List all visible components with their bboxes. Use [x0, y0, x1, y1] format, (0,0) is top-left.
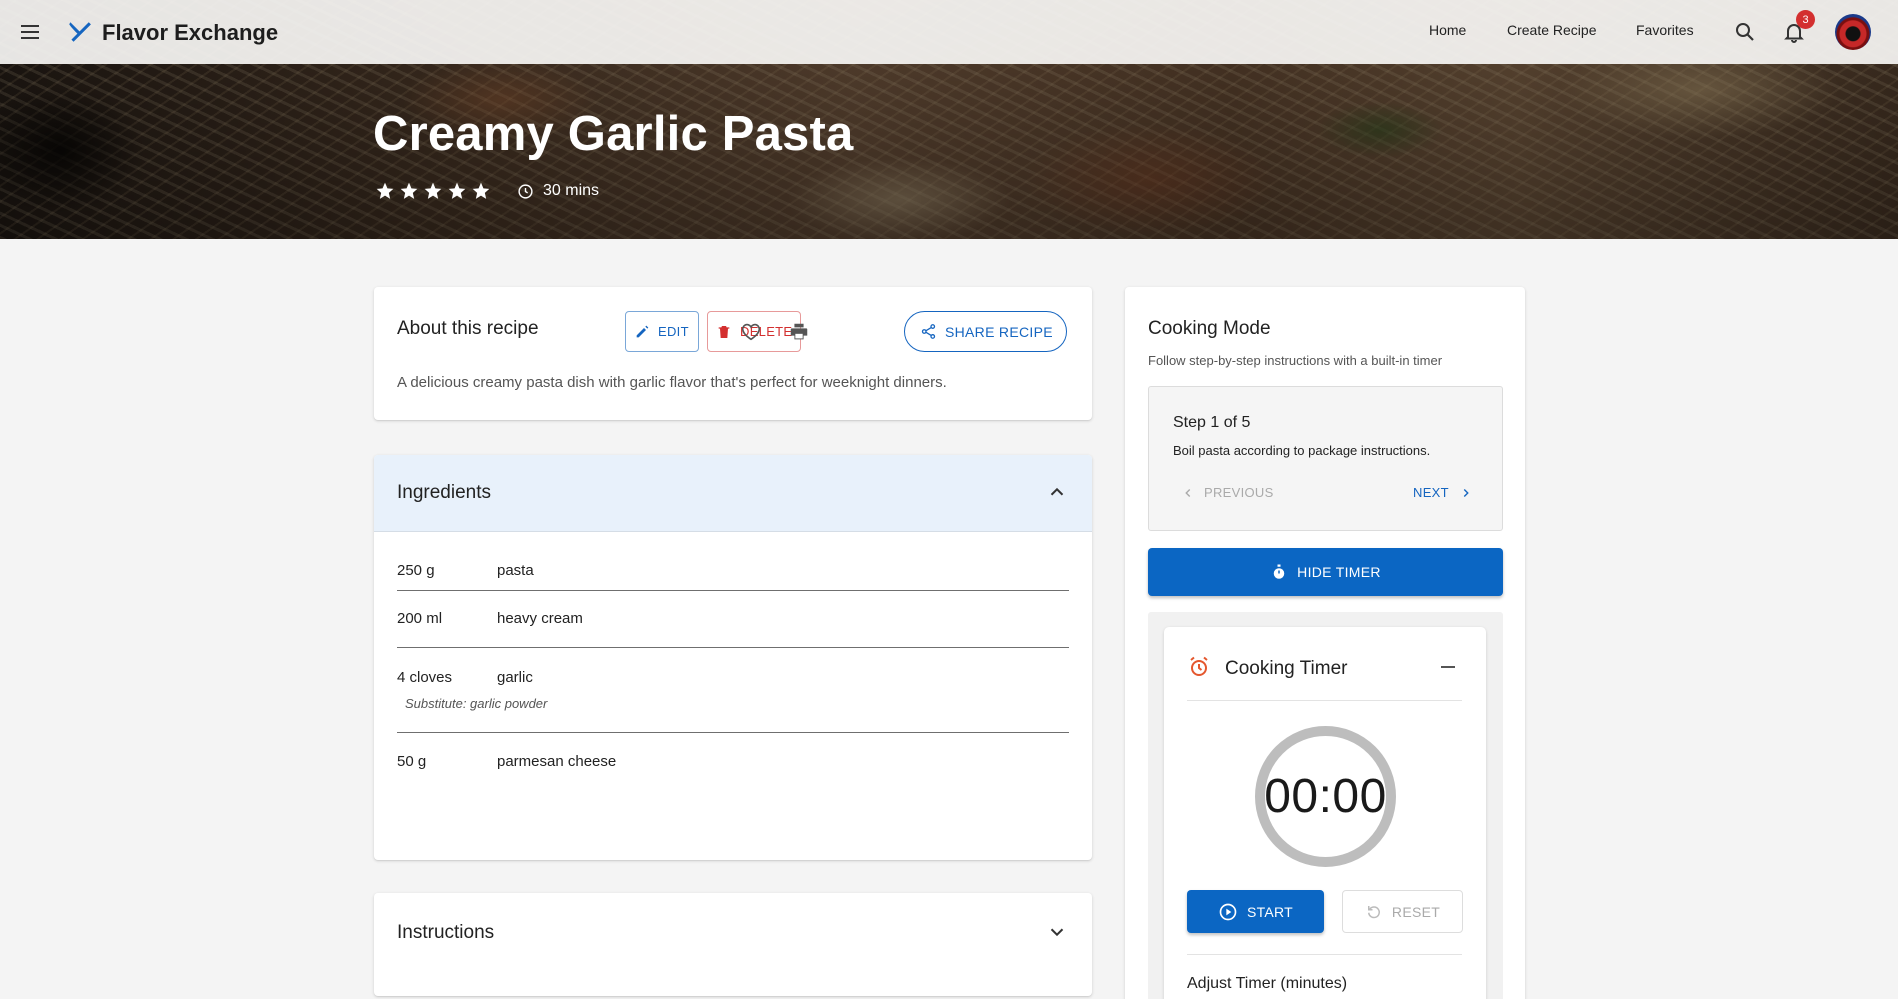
cook-time: 30 mins: [517, 182, 599, 200]
start-timer-button[interactable]: START: [1187, 890, 1324, 933]
timer-display: 00:00: [1264, 770, 1387, 823]
print-button[interactable]: [785, 318, 813, 346]
nav-home[interactable]: Home: [1429, 22, 1466, 38]
star-icon: [448, 182, 466, 199]
favorite-button[interactable]: [737, 318, 765, 346]
reset-label: RESET: [1391, 903, 1441, 920]
cooking-mode-card: Cooking Mode Follow step-by-step instruc…: [1125, 287, 1525, 999]
cook-time-label: 30 mins: [543, 182, 600, 199]
adjust-timer-label: Adjust Timer (minutes): [1187, 975, 1348, 992]
divider: [1187, 700, 1462, 701]
minimize-icon[interactable]: [1441, 666, 1455, 668]
star-icon: [376, 182, 394, 199]
instructions-panel[interactable]: Instructions: [374, 893, 1092, 996]
cooking-mode-heading: Cooking Mode: [1148, 318, 1271, 339]
share-label: SHARE RECIPE: [945, 323, 1053, 340]
start-label: START: [1246, 903, 1294, 920]
ingredient-name: parmesan cheese: [497, 753, 617, 770]
edit-button[interactable]: EDIT: [625, 311, 699, 352]
menu-icon[interactable]: [18, 20, 42, 44]
hide-timer-button[interactable]: HIDE TIMER: [1148, 548, 1503, 596]
clock-icon: [518, 183, 533, 199]
recipe-meta: 30 mins: [375, 181, 599, 201]
ingredient-name: garlic: [497, 669, 533, 686]
recipe-description: A delicious creamy pasta dish with garli…: [397, 374, 947, 391]
ingredients-header[interactable]: Ingredients: [374, 455, 1092, 532]
ingredient-row: 200 ml heavy cream: [397, 591, 1069, 648]
instructions-heading: Instructions: [397, 922, 495, 943]
reset-icon: [1367, 905, 1380, 918]
cooking-mode-subtitle: Follow step-by-step instructions with a …: [1148, 353, 1443, 368]
edit-label: EDIT: [658, 324, 689, 339]
previous-label: PREVIOUS: [1204, 485, 1274, 500]
stopwatch-icon: [1273, 564, 1285, 579]
hide-timer-label: HIDE TIMER: [1297, 564, 1381, 580]
ingredient-row: 250 g pasta: [397, 532, 1069, 591]
ingredient-row: 50 g parmesan cheese: [397, 733, 1069, 793]
pencil-icon: [636, 325, 649, 337]
nav-favorites[interactable]: Favorites: [1636, 22, 1694, 38]
chevron-right-icon: [1463, 488, 1469, 497]
star-icon: [400, 182, 418, 199]
star-icon: [472, 182, 490, 199]
cooking-timer-card: Cooking Timer 00:00 START RESET Adjust T…: [1164, 627, 1486, 999]
ingredient-qty: 200 ml: [397, 610, 443, 627]
ingredient-row: 4 cloves garlic Substitute: garlic powde…: [397, 648, 1069, 733]
ingredients-panel: Ingredients 250 g pasta 200 ml heavy cre…: [374, 455, 1092, 860]
ingredient-name: heavy cream: [497, 610, 583, 627]
star-icon: [424, 182, 442, 199]
nav-create-recipe[interactable]: Create Recipe: [1507, 22, 1597, 38]
step-counter: Step 1 of 5: [1173, 414, 1251, 431]
timer-title: Cooking Timer: [1225, 658, 1348, 679]
printer-icon: [790, 323, 808, 340]
ingredient-qty: 50 g: [397, 753, 427, 770]
reset-timer-button[interactable]: RESET: [1342, 890, 1463, 933]
about-card: About this recipe EDIT DELETE SHARE RECI…: [374, 287, 1092, 420]
step-panel: Step 1 of 5 Boil pasta according to pack…: [1148, 386, 1503, 531]
ingredients-heading: Ingredients: [397, 482, 492, 503]
notification-badge: 3: [1796, 10, 1815, 29]
share-recipe-button[interactable]: SHARE RECIPE: [904, 311, 1067, 352]
heart-icon: [741, 323, 761, 341]
ingredient-list: 250 g pasta 200 ml heavy cream 4 cloves …: [397, 532, 1069, 793]
chevron-left-icon: [1185, 488, 1191, 497]
chevron-up-icon[interactable]: [1046, 481, 1068, 503]
avatar[interactable]: [1835, 14, 1871, 50]
brand-name[interactable]: Flavor Exchange: [102, 20, 278, 46]
ingredient-name: pasta: [497, 562, 534, 579]
next-label: NEXT: [1413, 485, 1449, 500]
about-heading: About this recipe: [397, 318, 539, 339]
app-bar: Flavor Exchange Home Create Recipe Favor…: [0, 0, 1898, 64]
previous-step-button[interactable]: PREVIOUS: [1181, 485, 1274, 500]
ingredient-qty: 250 g: [397, 562, 435, 579]
share-icon: [921, 324, 936, 339]
timer-container: Cooking Timer 00:00 START RESET Adjust T…: [1148, 612, 1503, 999]
divider: [1187, 954, 1462, 955]
play-circle-icon: [1219, 903, 1237, 920]
step-text: Boil pasta according to package instruct…: [1173, 443, 1431, 458]
star-rating: [375, 181, 491, 201]
next-step-button[interactable]: NEXT: [1413, 485, 1473, 500]
search-icon[interactable]: [1733, 20, 1757, 44]
ingredient-qty: 4 cloves: [397, 669, 453, 686]
ingredient-substitute: Substitute: garlic powder: [405, 696, 548, 711]
chevron-down-icon[interactable]: [1046, 921, 1068, 943]
alarm-clock-icon: [1190, 656, 1208, 676]
utensils-logo-icon[interactable]: [66, 19, 92, 45]
trash-icon: [718, 325, 730, 338]
recipe-title: Creamy Garlic Pasta: [373, 107, 854, 161]
